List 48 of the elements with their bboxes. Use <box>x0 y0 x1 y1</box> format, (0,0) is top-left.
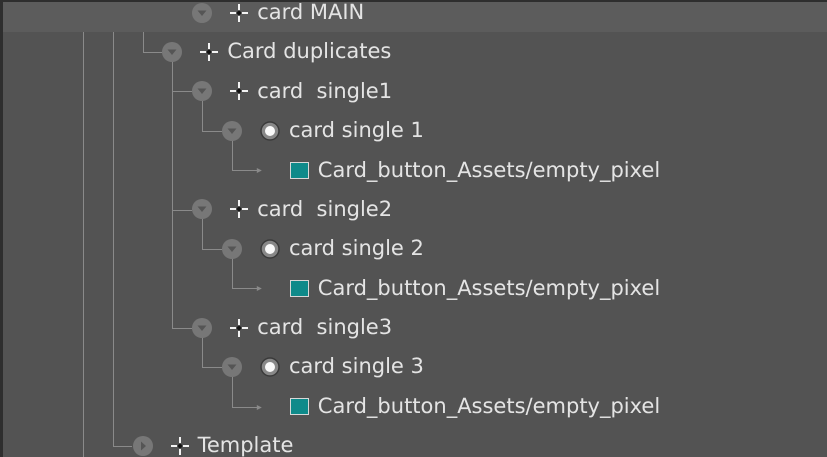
node-label: card single 1 <box>289 119 424 142</box>
image-swatch-icon <box>290 162 309 179</box>
expander-toggle[interactable] <box>222 120 242 141</box>
tree-row[interactable]: card single 3 <box>3 347 827 387</box>
node-label: Card_button_Assets/empty_pixel <box>318 158 660 182</box>
tree-row[interactable]: Card_button_Assets/empty_pixel <box>3 386 827 426</box>
radio-icon <box>260 357 280 378</box>
radio-icon <box>260 120 280 141</box>
crosshair-icon <box>200 42 218 61</box>
tree-row[interactable]: card single1 <box>3 72 827 111</box>
tree-row[interactable]: Card duplicates <box>3 32 827 72</box>
image-swatch-icon <box>290 398 309 415</box>
arrowhead-icon <box>256 286 262 291</box>
arrowhead-icon <box>256 405 262 410</box>
node-label: card single 3 <box>289 355 424 379</box>
crosshair-icon <box>230 82 248 100</box>
node-label: Card_button_Assets/empty_pixel <box>318 276 660 300</box>
image-swatch-icon <box>290 280 309 297</box>
tree-row[interactable]: card single2 <box>3 190 827 230</box>
node-label: card single3 <box>257 316 392 340</box>
crosshair-icon <box>230 200 248 218</box>
expander-toggle[interactable] <box>222 357 242 378</box>
tree-row[interactable]: Card_button_Assets/empty_pixel <box>3 268 827 308</box>
tree-row[interactable]: card single 1 <box>3 110 827 150</box>
node-label: Template <box>198 434 294 457</box>
node-label: card single1 <box>257 80 392 103</box>
expander-toggle[interactable] <box>222 238 242 259</box>
expander-toggle[interactable] <box>192 199 212 220</box>
expander-toggle[interactable] <box>162 42 182 62</box>
expander-toggle[interactable] <box>132 436 153 456</box>
crosshair-icon <box>170 436 189 455</box>
tree-row[interactable]: card single3 <box>3 308 827 348</box>
expander-toggle[interactable] <box>192 81 212 102</box>
arrowhead-icon <box>256 168 262 173</box>
expander-toggle[interactable] <box>192 318 212 338</box>
crosshair-icon <box>230 318 248 337</box>
tree-row[interactable]: card single 2 <box>3 229 827 269</box>
expander-toggle[interactable] <box>192 2 212 22</box>
radio-icon <box>260 238 280 259</box>
tree-row[interactable]: Card_button_Assets/empty_pixel <box>3 150 827 190</box>
tree-row[interactable]: card MAIN <box>3 2 827 32</box>
tree-row[interactable]: Template <box>3 426 827 457</box>
node-label: card single 2 <box>289 237 424 260</box>
node-label: card single2 <box>257 198 392 221</box>
node-label: card MAIN <box>257 2 364 24</box>
crosshair-icon <box>230 4 248 22</box>
node-label: Card_button_Assets/empty_pixel <box>318 394 660 418</box>
node-label: Card duplicates <box>227 40 392 64</box>
